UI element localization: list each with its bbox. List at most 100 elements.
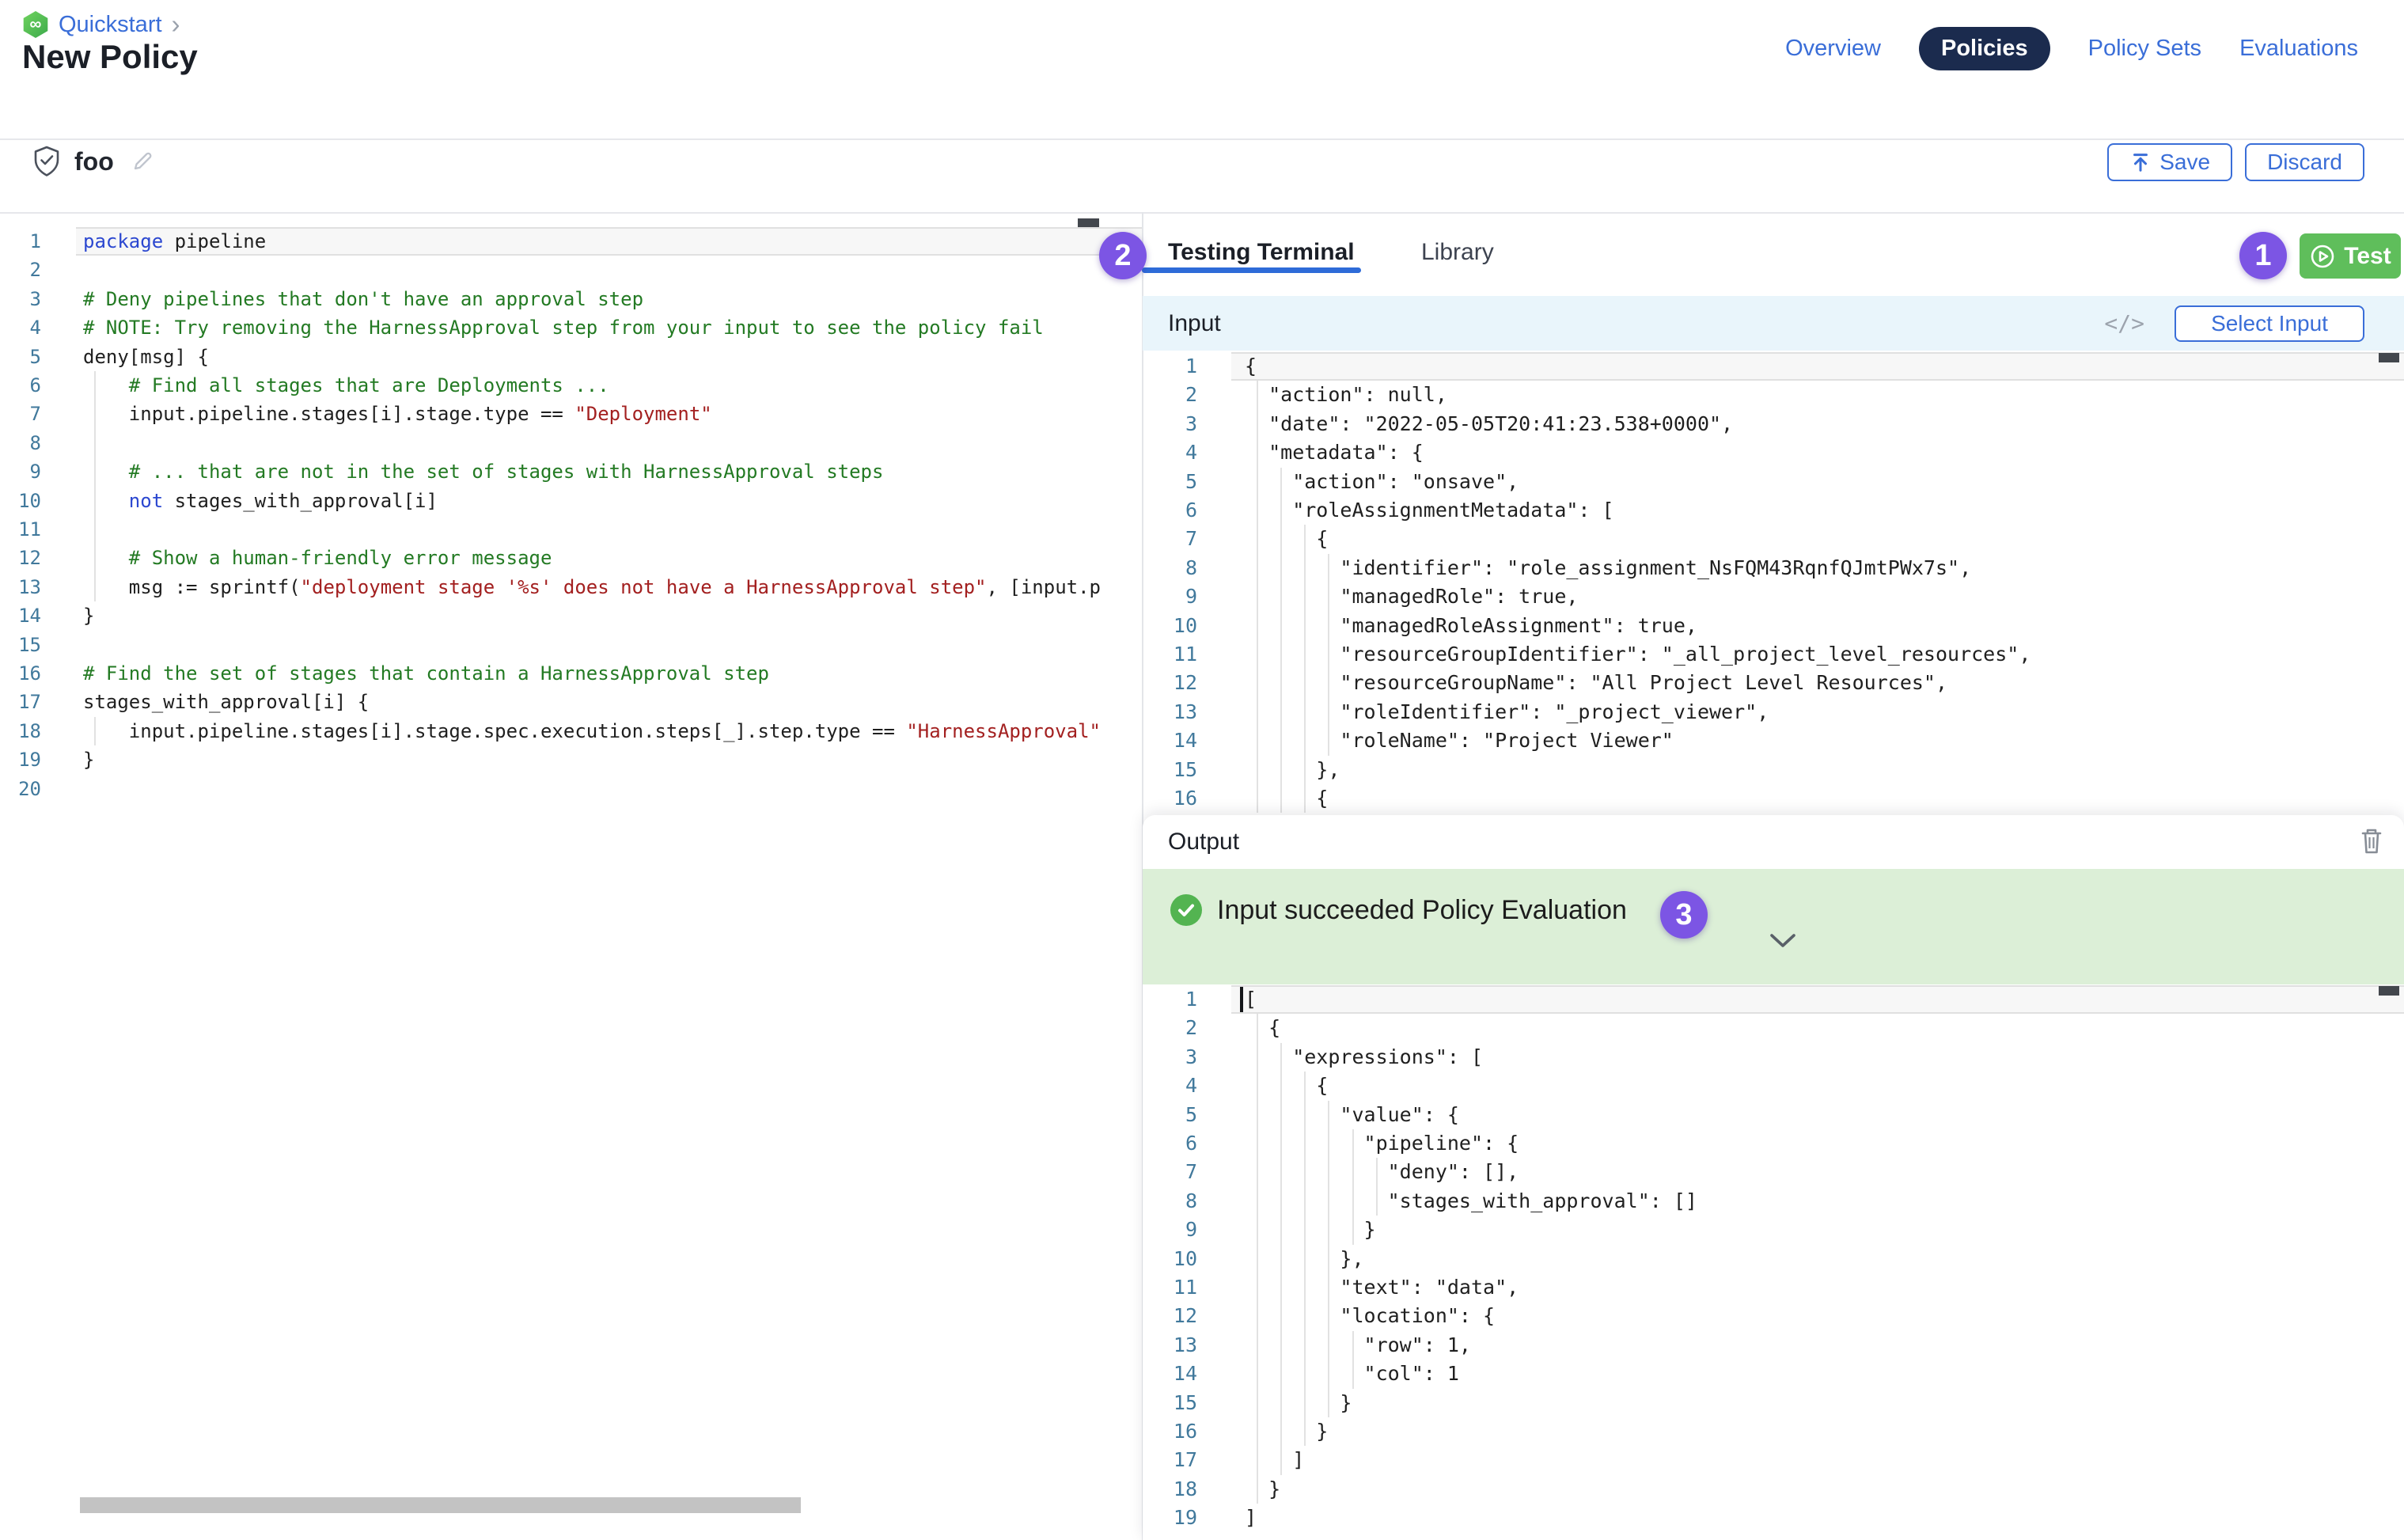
code-view-icon[interactable]: </> xyxy=(2104,310,2144,336)
annotation-badge-1: 1 xyxy=(2239,232,2287,279)
editor-line: 13 "row": 1, xyxy=(1143,1331,2404,1360)
save-button[interactable]: Save xyxy=(2107,143,2232,181)
line-number: 6 xyxy=(0,371,41,400)
breadcrumb-quickstart-link[interactable]: Quickstart xyxy=(59,12,162,38)
line-number: 3 xyxy=(1143,1043,1197,1072)
new-policy-screen: ∞ Quickstart › New Policy Overview Polic… xyxy=(0,0,2404,1540)
editor-line: 4 { xyxy=(1143,1072,2404,1100)
editor-line: 10 }, xyxy=(1143,1245,2404,1273)
editor-line: 9 } xyxy=(1143,1216,2404,1244)
editor-line: 16 } xyxy=(1143,1417,2404,1446)
policy-name: foo xyxy=(74,147,114,176)
upload-arrow-icon xyxy=(2129,151,2152,173)
editor-line: 14 "roleName": "Project Viewer" xyxy=(1143,726,2404,755)
line-number: 18 xyxy=(0,717,41,745)
line-number: 2 xyxy=(1143,1014,1197,1042)
editor-line: 3# Deny pipelines that don't have an app… xyxy=(0,285,1142,313)
tab-testing-terminal[interactable]: Testing Terminal xyxy=(1168,239,1355,266)
input-title: Input xyxy=(1168,310,1221,337)
line-number: 4 xyxy=(0,313,41,342)
line-number: 10 xyxy=(1143,612,1197,640)
output-editor-vscroll-thumb[interactable] xyxy=(2379,986,2399,996)
line-number: 9 xyxy=(1143,1216,1197,1244)
editor-line: 16# Find the set of stages that contain … xyxy=(0,659,1142,688)
toolbar-actions: Save Discard xyxy=(2107,143,2364,181)
input-section-header: Input </> Select Input xyxy=(1143,296,2404,351)
top-nav: Overview Policies Policy Sets Evaluation… xyxy=(1785,27,2358,70)
editor-line: 15 }, xyxy=(1143,756,2404,784)
editor-line: 2 "action": null, xyxy=(1143,381,2404,409)
line-number: 15 xyxy=(0,631,41,659)
editor-line: 19} xyxy=(0,745,1142,774)
input-json-editor[interactable]: 1{2 "action": null,3 "date": "2022-05-05… xyxy=(1143,352,2404,814)
editor-line: 15 xyxy=(0,631,1142,659)
editor-line: 5 "action": "onsave", xyxy=(1143,468,2404,496)
output-section-header: Output xyxy=(1143,815,2404,869)
edit-pencil-icon[interactable] xyxy=(128,147,157,176)
nav-overview[interactable]: Overview xyxy=(1785,36,1881,62)
breadcrumb: ∞ Quickstart › xyxy=(22,11,180,38)
editor-line: 8 xyxy=(0,429,1142,457)
line-number: 16 xyxy=(1143,1417,1197,1446)
line-number: 14 xyxy=(0,601,41,630)
nav-policy-sets[interactable]: Policy Sets xyxy=(2088,36,2201,62)
editor-line: 14} xyxy=(0,601,1142,630)
output-json-editor[interactable]: 1[2 {3 "expressions": [4 {5 "value": {6 … xyxy=(1143,985,2404,1535)
editor-line: 20 xyxy=(0,775,1142,803)
editor-line: 9 # ... that are not in the set of stage… xyxy=(0,457,1142,486)
discard-button[interactable]: Discard xyxy=(2245,143,2364,181)
editor-line: 18 input.pipeline.stages[i].stage.spec.e… xyxy=(0,717,1142,745)
success-banner-text: Input succeeded Policy Evaluation xyxy=(1217,894,1627,926)
editor-line: 15 } xyxy=(1143,1389,2404,1417)
test-button[interactable]: Test xyxy=(2300,233,2401,279)
discard-button-label: Discard xyxy=(2267,150,2342,175)
line-number: 19 xyxy=(1143,1504,1197,1532)
active-tab-underline xyxy=(1142,267,1361,273)
evaluation-success-banner: Input succeeded Policy Evaluation 3 xyxy=(1143,869,2404,984)
line-number: 3 xyxy=(1143,410,1197,438)
input-editor-vscroll-thumb[interactable] xyxy=(2379,353,2399,362)
chevron-down-icon[interactable] xyxy=(1768,932,1798,950)
line-number: 8 xyxy=(1143,1187,1197,1216)
policy-editor-vscroll-thumb[interactable] xyxy=(1078,218,1099,227)
nav-policies-active[interactable]: Policies xyxy=(1919,27,2050,70)
text-cursor xyxy=(1240,987,1243,1012)
output-section: Output Input succeeded Policy Evaluation… xyxy=(1143,815,2404,1540)
line-number: 5 xyxy=(1143,468,1197,496)
editor-line: 6 "pipeline": { xyxy=(1143,1129,2404,1158)
line-number: 6 xyxy=(1143,1129,1197,1158)
editor-line: 4# NOTE: Try removing the HarnessApprova… xyxy=(0,313,1142,342)
editor-line: 11 "text": "data", xyxy=(1143,1273,2404,1302)
editor-line: 7 "deny": [], xyxy=(1143,1158,2404,1186)
line-number: 15 xyxy=(1143,756,1197,784)
line-number: 9 xyxy=(1143,582,1197,611)
line-number: 1 xyxy=(1143,352,1197,381)
policy-code-editor[interactable]: 1package pipeline23# Deny pipelines that… xyxy=(0,227,1142,805)
editor-line: 18 } xyxy=(1143,1475,2404,1504)
editor-line: 4 "metadata": { xyxy=(1143,438,2404,467)
editor-line: 17stages_with_approval[i] { xyxy=(0,688,1142,716)
line-number: 7 xyxy=(0,400,41,428)
toolbar-divider xyxy=(0,212,2404,214)
nav-evaluations[interactable]: Evaluations xyxy=(2239,36,2358,62)
harness-logo-icon: ∞ xyxy=(22,11,49,38)
editor-line: 17 ] xyxy=(1143,1446,2404,1474)
line-number: 2 xyxy=(0,256,41,284)
line-number: 10 xyxy=(1143,1245,1197,1273)
select-input-button[interactable]: Select Input xyxy=(2175,305,2364,342)
policy-identity: foo xyxy=(33,146,157,177)
editor-line: 6 # Find all stages that are Deployments… xyxy=(0,371,1142,400)
line-number: 20 xyxy=(0,775,41,803)
line-number: 11 xyxy=(0,515,41,544)
editor-line: 2 { xyxy=(1143,1014,2404,1042)
line-number: 5 xyxy=(0,343,41,371)
save-button-label: Save xyxy=(2159,150,2210,175)
line-number: 18 xyxy=(1143,1475,1197,1504)
editor-line: 19] xyxy=(1143,1504,2404,1532)
chevron-right-icon: › xyxy=(172,13,180,36)
tab-library[interactable]: Library xyxy=(1421,239,1494,266)
line-number: 19 xyxy=(0,745,41,774)
output-title: Output xyxy=(1168,829,1239,855)
clear-output-trash-icon[interactable] xyxy=(2360,826,2383,860)
policy-editor-hscrollbar[interactable] xyxy=(80,1497,801,1513)
